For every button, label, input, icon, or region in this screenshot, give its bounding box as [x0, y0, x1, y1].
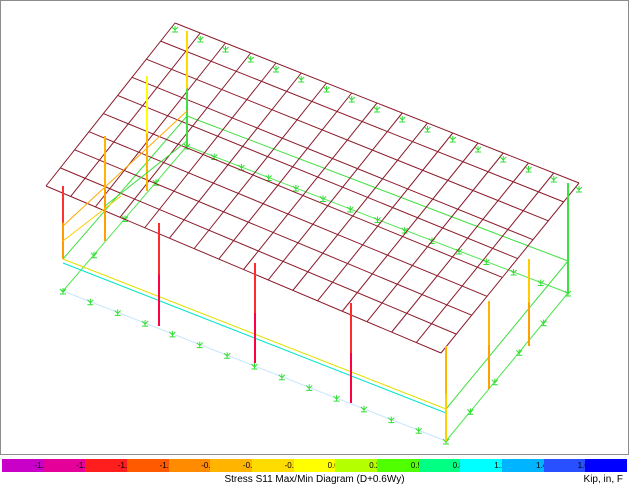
support-symbol	[424, 126, 431, 133]
scale-segment: -0.28	[252, 459, 303, 472]
support-symbol	[87, 298, 94, 306]
roof-rafter	[70, 32, 201, 197]
support-symbol	[265, 174, 272, 181]
support-symbol	[171, 26, 179, 33]
roof-rafter	[440, 182, 580, 354]
scale-segment: -0.56	[210, 459, 261, 472]
support-symbol	[398, 116, 406, 123]
support-symbol	[373, 106, 381, 113]
support-symbol	[251, 363, 258, 370]
scale-segment: 0.28	[335, 459, 385, 472]
support-symbol	[575, 186, 583, 193]
support-symbol	[247, 56, 255, 63]
roof-rafter	[243, 102, 378, 270]
support-symbol	[196, 36, 204, 43]
support-symbol	[319, 195, 327, 202]
scale-segment: 0.56	[377, 459, 427, 472]
support-symbol	[223, 352, 231, 359]
roof-rafter	[45, 22, 176, 187]
support-symbol	[510, 269, 517, 276]
roof-rafter	[144, 62, 277, 229]
support-symbol	[537, 279, 545, 286]
stress-color-scale: -1.96-1.68-1.40-1.12-0.84-0.56-0.280.000…	[2, 459, 628, 472]
units-label: Kip, in, F	[583, 474, 623, 485]
support-symbol	[169, 330, 176, 338]
scale-segment: -1.40	[85, 459, 136, 472]
support-symbol	[292, 185, 300, 192]
scale-segment: 0.00	[293, 459, 343, 472]
roof-rafter	[292, 122, 428, 291]
support-symbol	[449, 136, 457, 143]
scale-segment	[585, 459, 628, 472]
scale-segment: 1.12	[460, 459, 510, 472]
roof-rafter	[218, 92, 353, 260]
support-symbol	[196, 341, 204, 349]
support-symbol	[387, 416, 395, 424]
roof-rafter	[193, 82, 327, 249]
roof-rafter	[317, 132, 454, 302]
support-symbol	[305, 384, 313, 391]
support-symbol	[346, 206, 354, 213]
diagram-title: Stress S11 Max/Min Diagram (D+0.6Wy)	[224, 474, 405, 485]
support-symbol	[374, 216, 381, 223]
support-symbol	[525, 166, 532, 173]
support-symbol	[141, 320, 149, 327]
scale-segment: 1.68	[543, 459, 593, 472]
support-symbol	[297, 76, 305, 83]
support-symbol	[415, 427, 422, 434]
eave-beam	[186, 115, 569, 262]
support-symbol	[278, 373, 286, 381]
support-symbol	[114, 309, 122, 316]
scale-segment: -1.96	[2, 459, 53, 472]
support-symbol	[333, 395, 340, 402]
roof-rafter	[391, 162, 529, 333]
roof-rafter	[94, 42, 226, 208]
support-symbol	[348, 96, 356, 103]
scale-segment: -0.84	[168, 459, 219, 472]
support-symbol	[222, 46, 229, 53]
roof-rafter	[341, 142, 479, 312]
support-symbol	[499, 156, 507, 163]
support-symbol	[401, 227, 409, 234]
scale-segment: -1.68	[43, 459, 94, 472]
support-symbol	[360, 405, 368, 413]
roof-rafter	[267, 112, 403, 281]
roof-rafter	[366, 152, 504, 323]
support-symbol	[272, 66, 280, 73]
support-symbol	[323, 86, 330, 93]
model-viewport[interactable]	[0, 0, 629, 455]
frame-model-drawing	[45, 22, 583, 445]
roof-rafter	[119, 52, 252, 218]
scale-segment: 0.84	[418, 459, 468, 472]
base-beam	[445, 292, 569, 442]
scale-segment: -1.12	[127, 459, 178, 472]
support-symbol	[550, 176, 558, 183]
roof-rafter	[415, 172, 555, 343]
roof-rafter	[169, 72, 302, 239]
support-symbol	[474, 146, 482, 153]
scale-segment: 1.40	[502, 459, 552, 472]
